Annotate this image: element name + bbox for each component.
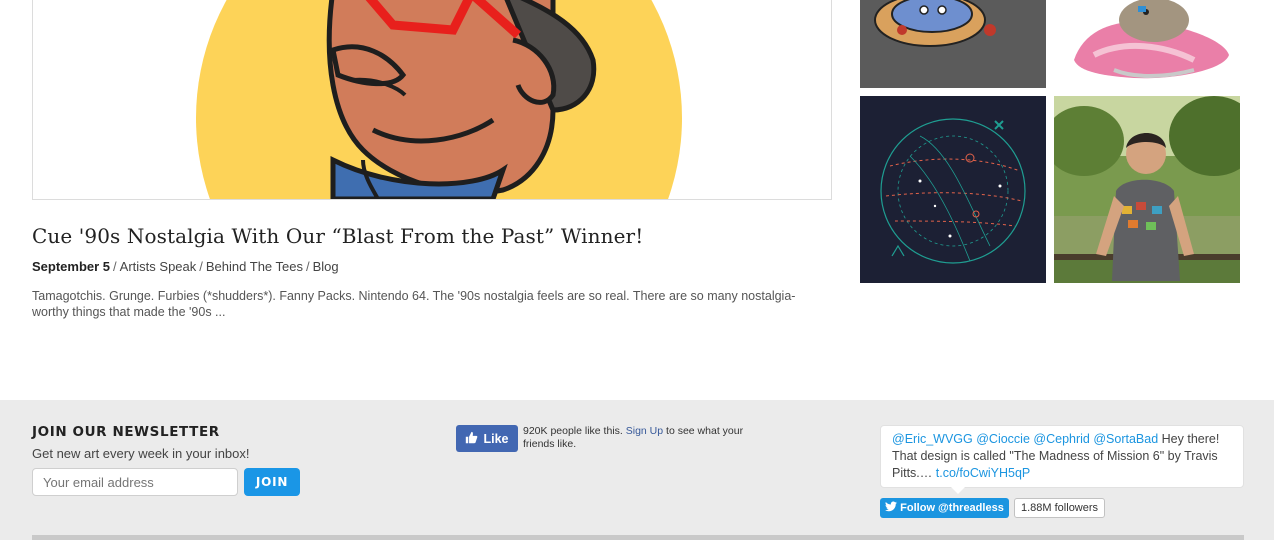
site-footer: JOIN OUR NEWSLETTER Get new art every we… (0, 400, 1274, 540)
gallery-thumbnail[interactable] (860, 0, 1046, 88)
twitter-follow-label: Follow @threadless (900, 502, 1004, 514)
footer-divider (32, 535, 1244, 540)
category-link[interactable]: Behind The Tees (206, 259, 303, 274)
twitter-follower-count[interactable]: 1.88M followers (1014, 498, 1106, 518)
tweet-pointer (951, 487, 965, 494)
newsletter-subtitle: Get new art every week in your inbox! (32, 446, 250, 461)
gallery-thumbnail[interactable] (1054, 96, 1240, 283)
post-date: September 5 (32, 259, 111, 274)
facebook-like-button[interactable]: Like (456, 425, 518, 452)
facebook-signup-link[interactable]: Sign Up (626, 425, 663, 437)
thumbs-up-icon (465, 431, 478, 447)
latest-tweet: @Eric_WVGG @Cioccie @Cephrid @SortaBad H… (880, 425, 1244, 488)
tweet-mention[interactable]: @Cioccie (976, 432, 1030, 446)
post-meta: September 5/Artists Speak / Behind The Tee… (32, 259, 339, 274)
gallery-thumbnail[interactable] (1054, 0, 1240, 88)
post-excerpt: Tamagotchis. Grunge. Furbies (*shudders*… (32, 289, 796, 319)
post-title[interactable]: Cue '90s Nostalgia With Our “Blast From … (32, 224, 643, 248)
facebook-like-text: 920K people like this. Sign Up to see wh… (523, 425, 744, 450)
twitter-follow-button[interactable]: Follow @threadless (880, 498, 1009, 518)
category-link[interactable]: Blog (313, 259, 339, 274)
category-link[interactable]: Artists Speak (120, 259, 197, 274)
tweet-mention[interactable]: @SortaBad (1093, 432, 1158, 446)
newsletter-join-button[interactable]: JOIN (244, 468, 300, 496)
post-hero-image[interactable] (32, 0, 832, 200)
tweet-link[interactable]: t.co/foCwiYH5qP (936, 466, 1030, 480)
tweet-mention[interactable]: @Eric_WVGG (892, 432, 973, 446)
newsletter-email-input[interactable] (32, 468, 238, 496)
newsletter-title: JOIN OUR NEWSLETTER (32, 424, 220, 440)
facebook-like-label: Like (483, 431, 509, 446)
twitter-bird-icon (885, 501, 898, 515)
gallery-thumbnail[interactable] (860, 96, 1046, 283)
tweet-mention[interactable]: @Cephrid (1033, 432, 1089, 446)
